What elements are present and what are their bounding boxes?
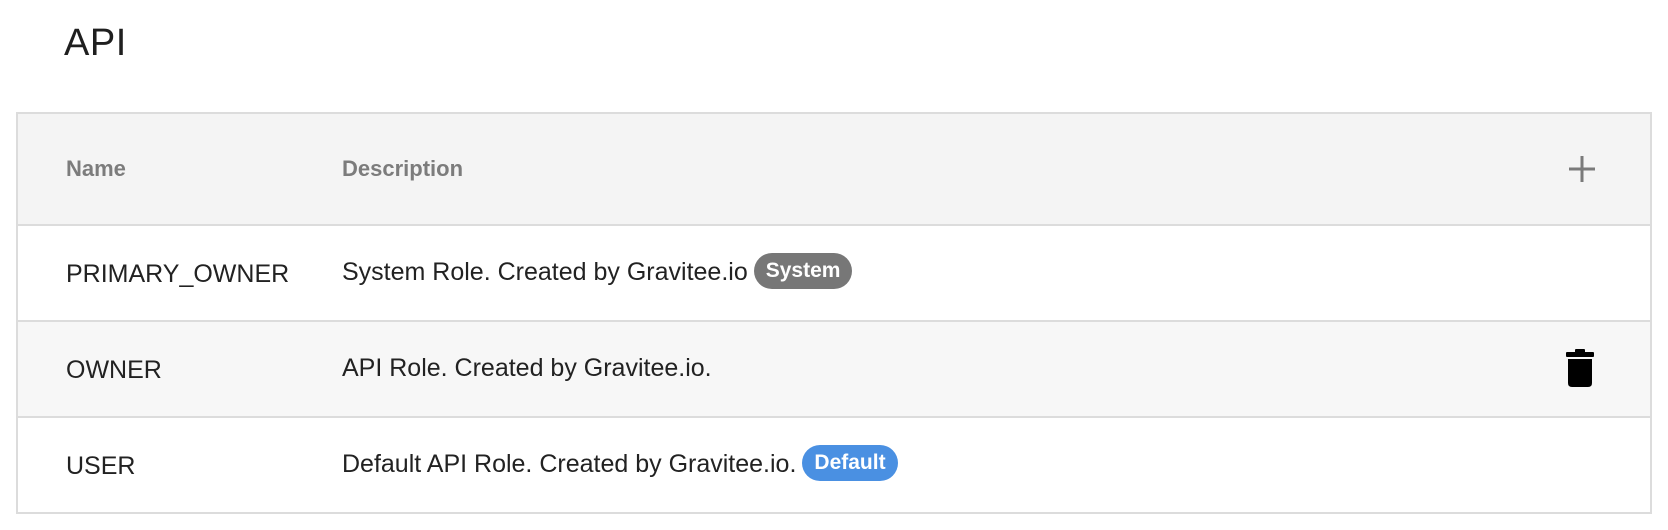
section-title: API — [64, 22, 127, 64]
plus-icon — [1569, 156, 1595, 182]
column-header-name: Name — [66, 156, 126, 181]
roles-table: Name Description PRIMARY_OWNER System Ro… — [16, 112, 1652, 514]
default-badge: Default — [802, 445, 898, 482]
system-badge: System — [753, 253, 853, 290]
table-row[interactable]: PRIMARY_OWNER System Role. Created by Gr… — [18, 226, 1650, 322]
trash-icon — [1566, 349, 1594, 387]
role-description: Default API Role. Created by Gravitee.io… — [342, 418, 898, 510]
role-name: PRIMARY_OWNER — [66, 260, 290, 288]
role-description-text: API Role. Created by Gravitee.io. — [342, 354, 712, 382]
role-description: API Role. Created by Gravitee.io. — [342, 322, 712, 414]
table-header: Name Description — [18, 114, 1650, 226]
role-description-text: Default API Role. Created by Gravitee.io… — [342, 450, 797, 478]
role-name: USER — [66, 452, 136, 480]
role-description: System Role. Created by Gravitee.io Syste… — [342, 226, 853, 318]
add-role-button[interactable] — [1566, 153, 1598, 185]
role-name: OWNER — [66, 356, 162, 384]
delete-role-button[interactable] — [1566, 349, 1594, 387]
table-row[interactable]: USER Default API Role. Created by Gravit… — [18, 418, 1650, 512]
roles-page: API Name Description PRIMARY_OWNER Syste… — [0, 0, 1668, 530]
table-row[interactable]: OWNER API Role. Created by Gravitee.io. — [18, 322, 1650, 418]
column-header-description: Description — [342, 156, 464, 181]
role-description-text: System Role. Created by Gravitee.io — [342, 258, 748, 286]
